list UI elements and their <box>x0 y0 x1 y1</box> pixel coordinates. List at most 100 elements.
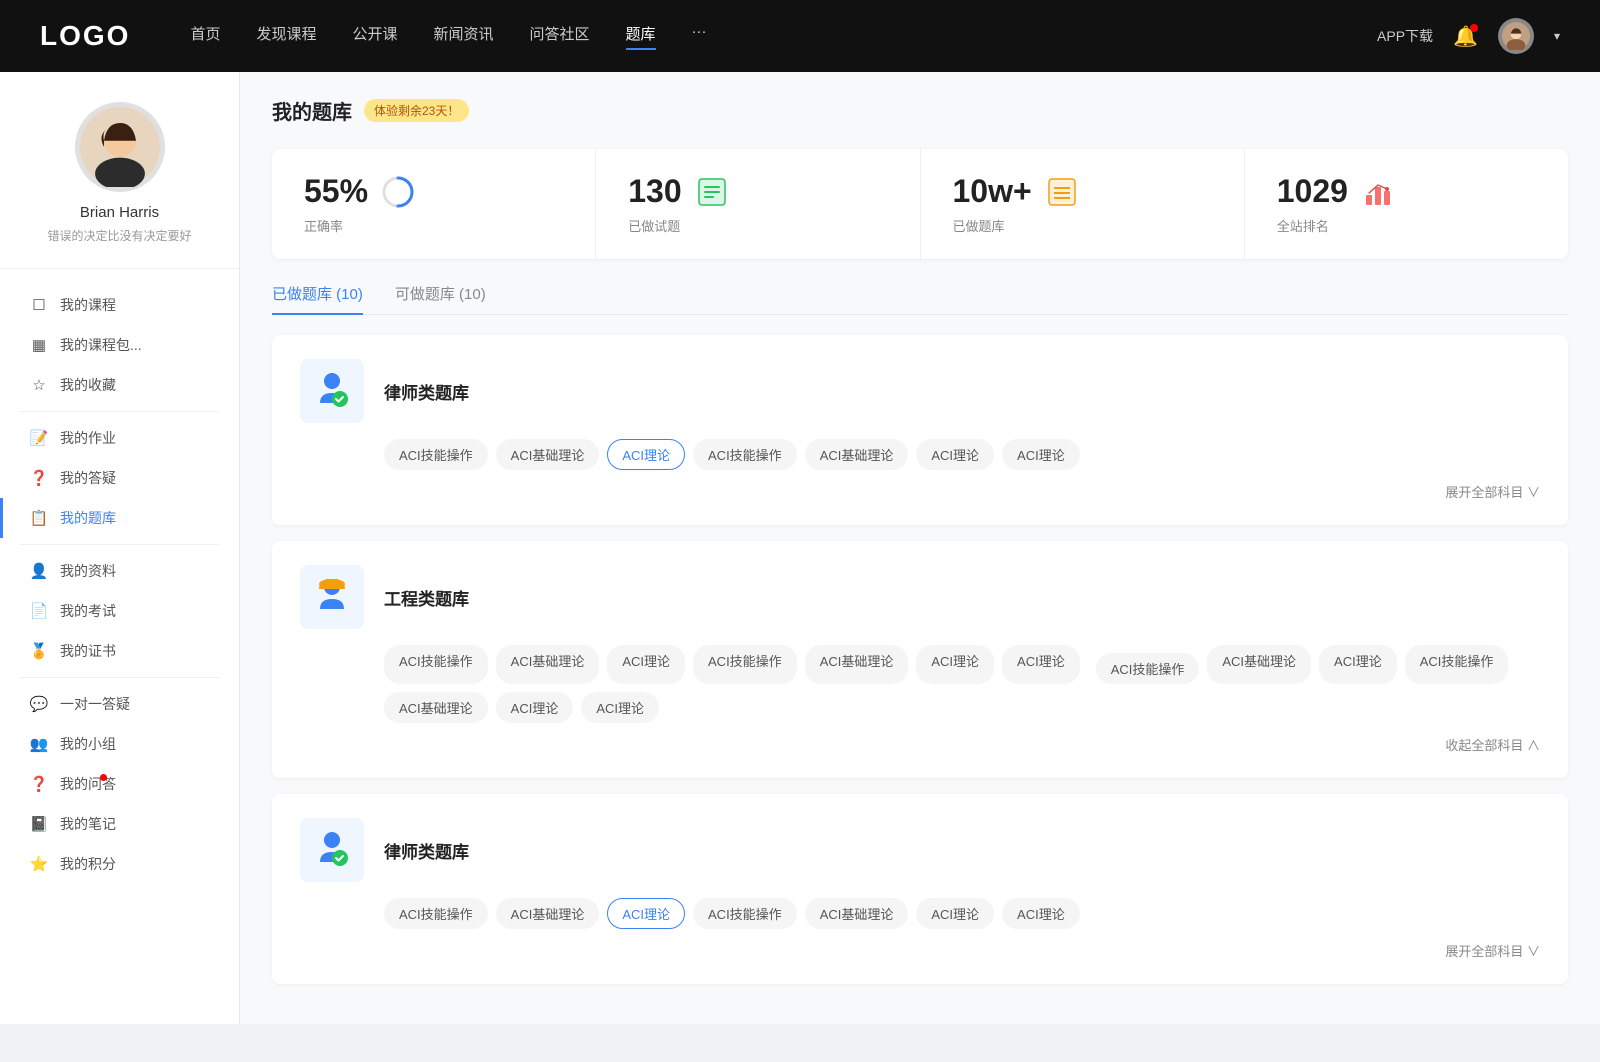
tag-eng-12[interactable]: ACI理论 <box>496 692 574 723</box>
qbank-icon-engineer <box>300 565 364 629</box>
stat-top-rank: 1029 <box>1277 173 1536 210</box>
stat-value-accuracy: 55% <box>304 173 368 210</box>
tag-lawyer1-4[interactable]: ACI基础理论 <box>805 439 909 470</box>
questionbank-icon: 📋 <box>30 509 48 527</box>
sidebar-item-private-qa[interactable]: 💬 一对一答疑 <box>0 684 239 724</box>
menu-divider-1 <box>20 411 219 412</box>
stat-value-rank: 1029 <box>1277 173 1348 210</box>
sidebar-item-coursepackage[interactable]: ▦ 我的课程包... <box>0 325 239 365</box>
notes-icon: 📓 <box>30 815 48 833</box>
avatar <box>75 102 165 192</box>
questions-dot <box>100 774 107 781</box>
tag-lawyer2-5[interactable]: ACI理论 <box>916 898 994 929</box>
certificate-icon: 🏅 <box>30 642 48 660</box>
tag-eng-0[interactable]: ACI技能操作 <box>384 645 488 684</box>
qbank-footer-engineer: 收起全部科目 ∧ <box>300 735 1540 754</box>
sidebar-item-homework[interactable]: 📝 我的作业 <box>0 418 239 458</box>
tag-lawyer1-6[interactable]: ACI理论 <box>1002 439 1080 470</box>
qbank-footer-lawyer-1: 展开全部科目 ∨ <box>300 482 1540 501</box>
stat-top-bd: 10w+ <box>953 173 1212 210</box>
tag-eng-10[interactable]: ACI技能操作 <box>1405 645 1509 684</box>
mycourse-icon: ☐ <box>30 296 48 314</box>
tag-lawyer1-1[interactable]: ACI基础理论 <box>496 439 600 470</box>
logo: LOGO <box>40 20 130 52</box>
sidebar-item-notes[interactable]: 📓 我的笔记 <box>0 804 239 844</box>
stat-icon-accuracy <box>380 174 416 210</box>
nav-questionbank[interactable]: 题库 <box>626 23 656 50</box>
sidebar: Brian Harris 错误的决定比没有决定要好 ☐ 我的课程 ▦ 我的课程包… <box>0 72 240 1024</box>
sidebar-item-points[interactable]: ⭐ 我的积分 <box>0 844 239 884</box>
qbank-tags-lawyer-1: ACI技能操作 ACI基础理论 ACI理论 ACI技能操作 ACI基础理论 AC… <box>300 439 1540 470</box>
qbank-footer-lawyer-2: 展开全部科目 ∨ <box>300 941 1540 960</box>
qbank-title-engineer: 工程类题库 <box>384 585 469 610</box>
user-avatar[interactable] <box>1498 18 1534 54</box>
sidebar-menu: ☐ 我的课程 ▦ 我的课程包... ☆ 我的收藏 📝 我的作业 ❓ 我的 <box>0 269 239 900</box>
notification-dot <box>1470 24 1478 32</box>
menu-divider-3 <box>20 677 219 678</box>
sidebar-item-questions[interactable]: ❓ 我的问答 <box>0 764 239 804</box>
tag-eng-6[interactable]: ACI理论 <box>1002 645 1080 684</box>
stat-banks-done: 10w+ 已做题库 <box>921 149 1245 259</box>
tag-lawyer2-2[interactable]: ACI理论 <box>607 898 685 929</box>
stat-questions-done: 130 已做试题 <box>596 149 920 259</box>
nav-discover[interactable]: 发现课程 <box>256 23 316 50</box>
tag-eng-2[interactable]: ACI理论 <box>607 645 685 684</box>
tag-eng-13[interactable]: ACI理论 <box>581 692 659 723</box>
app-download-btn[interactable]: APP下载 <box>1377 26 1433 46</box>
page-title: 我的题库 <box>272 96 352 125</box>
tag-lawyer1-3[interactable]: ACI技能操作 <box>693 439 797 470</box>
tag-eng-11[interactable]: ACI基础理论 <box>384 692 488 723</box>
tag-lawyer2-0[interactable]: ACI技能操作 <box>384 898 488 929</box>
sidebar-item-profile[interactable]: 👤 我的资料 <box>0 551 239 591</box>
user-dropdown-arrow[interactable]: ▾ <box>1554 29 1560 43</box>
tag-lawyer1-2[interactable]: ACI理论 <box>607 439 685 470</box>
sidebar-item-favorites[interactable]: ☆ 我的收藏 <box>0 365 239 405</box>
page-header: 我的题库 体验剩余23天！ <box>272 96 1568 125</box>
tag-lawyer1-0[interactable]: ACI技能操作 <box>384 439 488 470</box>
tag-eng-5[interactable]: ACI理论 <box>916 645 994 684</box>
sidebar-item-qa[interactable]: ❓ 我的答疑 <box>0 458 239 498</box>
expand-btn-lawyer-1[interactable]: 展开全部科目 ∨ <box>1445 482 1540 501</box>
nav-home[interactable]: 首页 <box>190 23 220 50</box>
sidebar-item-mycourse[interactable]: ☐ 我的课程 <box>0 285 239 325</box>
exam-icon: 📄 <box>30 602 48 620</box>
tab-available[interactable]: 可做题库 (10) <box>395 283 486 314</box>
stat-top-qd: 130 <box>628 173 887 210</box>
tab-row: 已做题库 (10) 可做题库 (10) <box>272 283 1568 315</box>
stat-icon-rank <box>1360 174 1396 210</box>
profile-name: Brian Harris <box>80 204 159 221</box>
stat-icon-bd <box>1044 174 1080 210</box>
tag-eng-8[interactable]: ACI基础理论 <box>1207 645 1311 684</box>
expand-btn-lawyer-2[interactable]: 展开全部科目 ∨ <box>1445 941 1540 960</box>
main-content: 我的题库 体验剩余23天！ 55% 正确率 <box>240 72 1600 1024</box>
tag-lawyer1-5[interactable]: ACI理论 <box>916 439 994 470</box>
tag-lawyer2-3[interactable]: ACI技能操作 <box>693 898 797 929</box>
tab-done[interactable]: 已做题库 (10) <box>272 283 363 314</box>
qbank-icon-lawyer-1 <box>300 359 364 423</box>
notification-bell[interactable]: 🔔 <box>1453 24 1478 49</box>
nav-qa[interactable]: 问答社区 <box>530 23 590 50</box>
profile-icon: 👤 <box>30 562 48 580</box>
sidebar-item-exam[interactable]: 📄 我的考试 <box>0 591 239 631</box>
qbank-card-engineer: 工程类题库 ACI技能操作 ACI基础理论 ACI理论 ACI技能操作 ACI基… <box>272 541 1568 778</box>
sidebar-item-group[interactable]: 👥 我的小组 <box>0 724 239 764</box>
tag-eng-4[interactable]: ACI基础理论 <box>805 645 909 684</box>
trial-badge: 体验剩余23天！ <box>364 99 469 122</box>
tag-eng-7[interactable]: ACI技能操作 <box>1096 653 1200 684</box>
tag-lawyer2-6[interactable]: ACI理论 <box>1002 898 1080 929</box>
tag-eng-3[interactable]: ACI技能操作 <box>693 645 797 684</box>
nav-more[interactable]: ··· <box>692 23 707 50</box>
nav-news[interactable]: 新闻资讯 <box>434 23 494 50</box>
qbank-header-lawyer-1: 律师类题库 <box>300 359 1540 423</box>
private-qa-icon: 💬 <box>30 695 48 713</box>
tag-lawyer2-4[interactable]: ACI基础理论 <box>805 898 909 929</box>
tag-eng-9[interactable]: ACI理论 <box>1319 645 1397 684</box>
nav-opencourse[interactable]: 公开课 <box>352 23 397 50</box>
sidebar-profile: Brian Harris 错误的决定比没有决定要好 <box>0 102 239 269</box>
tag-lawyer2-1[interactable]: ACI基础理论 <box>496 898 600 929</box>
sidebar-item-questionbank[interactable]: 📋 我的题库 <box>0 498 239 538</box>
expand-btn-engineer[interactable]: 收起全部科目 ∧ <box>1445 735 1540 754</box>
tag-eng-1[interactable]: ACI基础理论 <box>496 645 600 684</box>
stat-accuracy: 55% 正确率 <box>272 149 596 259</box>
sidebar-item-certificate[interactable]: 🏅 我的证书 <box>0 631 239 671</box>
